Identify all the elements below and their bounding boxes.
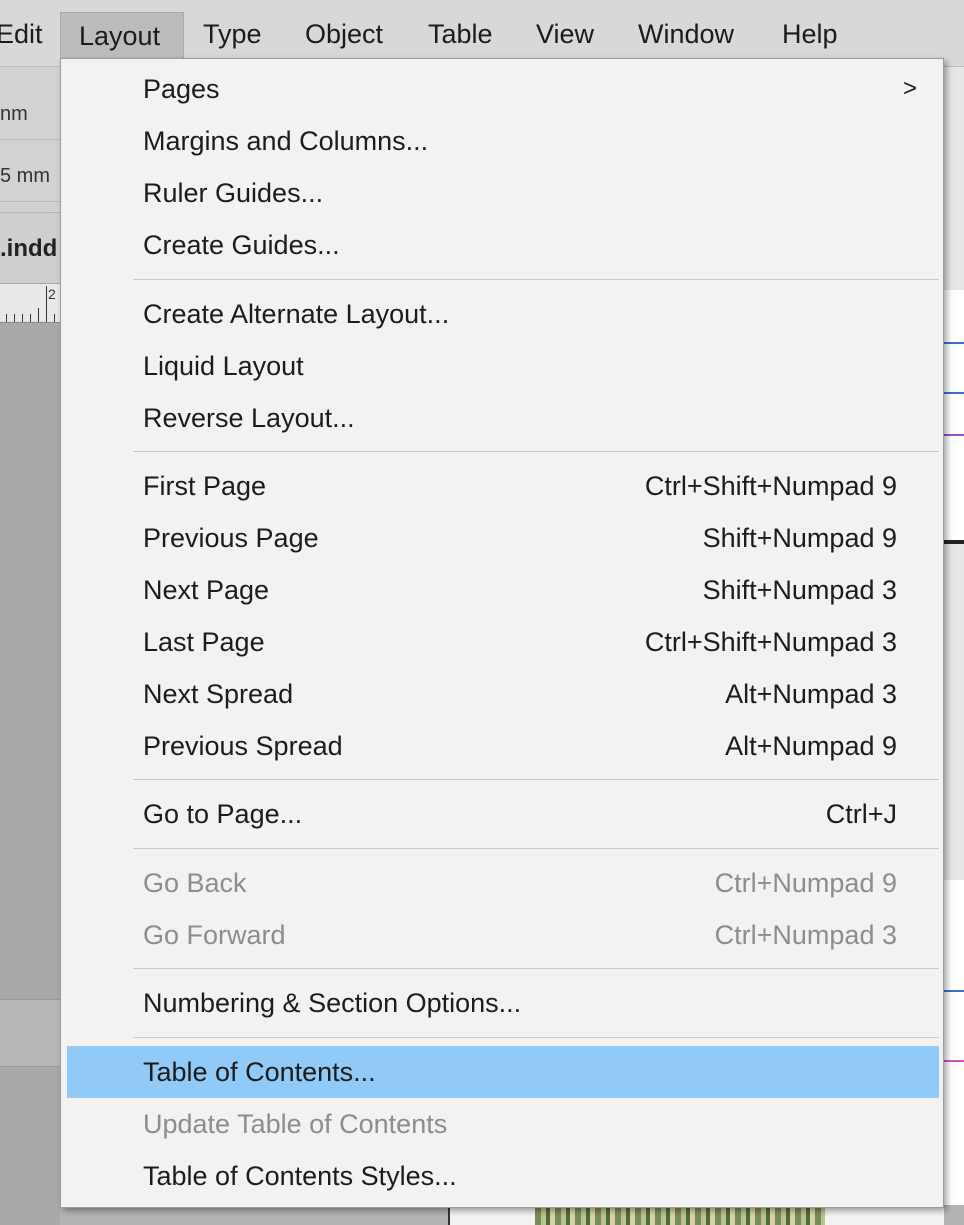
menu-item-label: Ruler Guides... [143,178,324,208]
text-link-mark [942,392,964,394]
menu-table[interactable]: Table [428,0,493,66]
menu-item-label: Go to Page... [143,799,303,829]
horizontal-ruler[interactable]: 2 [0,284,60,323]
menu-item-first-page[interactable]: First Page Ctrl+Shift+Numpad 9 [67,460,939,512]
menu-item-previous-spread[interactable]: Previous Spread Alt+Numpad 9 [67,720,939,772]
text-link-mark [942,342,964,344]
menu-item-margins-and-columns[interactable]: Margins and Columns... [67,115,939,167]
menu-item-label: Reverse Layout... [143,403,355,433]
menu-item-table-of-contents[interactable]: Table of Contents... [67,1046,939,1098]
page-content-bottom [942,880,964,1210]
menu-item-label: Numbering & Section Options... [143,988,522,1018]
menu-view[interactable]: View [536,0,594,66]
control-field-1[interactable]: nm [0,89,60,140]
menu-item-shortcut: Ctrl+Numpad 3 [714,920,897,950]
menu-item-label: Previous Page [143,523,319,553]
menu-item-label: Create Alternate Layout... [143,299,450,329]
menu-item-label: Go Back [143,868,247,898]
menu-item-go-forward[interactable]: Go Forward Ctrl+Numpad 3 [67,909,939,961]
page-content-top [942,290,964,540]
menu-item-next-page[interactable]: Next Page Shift+Numpad 3 [67,564,939,616]
menu-item-label: Pages [143,74,220,104]
menu-item-shortcut: Ctrl+Shift+Numpad 3 [644,627,897,657]
menu-item-label: Previous Spread [143,731,343,761]
menu-help[interactable]: Help [782,0,838,66]
menu-item-go-to-page[interactable]: Go to Page... Ctrl+J [67,788,939,840]
menu-item-label: Margins and Columns... [143,126,429,156]
menubar: Edit Layout Type Object Table View Windo… [0,0,964,67]
menu-item-shortcut: Ctrl+J [825,799,897,829]
chevron-right-icon: > [902,75,917,102]
menu-item-shortcut: Alt+Numpad 9 [725,731,897,761]
menu-item-liquid-layout[interactable]: Liquid Layout [67,340,939,392]
menu-item-label: Next Page [143,575,270,605]
menu-item-shortcut: Ctrl+Numpad 9 [714,868,897,898]
menu-item-label: Last Page [143,627,265,657]
menu-separator [133,779,939,780]
menu-object[interactable]: Object [305,0,383,66]
text-link-mark [942,990,964,992]
menu-item-shortcut: Ctrl+Shift+Numpad 9 [644,471,897,501]
layout-menu: Pages > Margins and Columns... Ruler Gui… [60,58,944,1208]
menu-separator [133,848,939,849]
document-tab-label: .indd [0,235,58,262]
menu-item-go-back[interactable]: Go Back Ctrl+Numpad 9 [67,857,939,909]
menu-item-label: Go Forward [143,920,286,950]
menu-separator [133,451,939,452]
menu-type[interactable]: Type [203,0,262,66]
menu-item-numbering-section-options[interactable]: Numbering & Section Options... [67,977,939,1029]
menu-item-table-of-contents-styles[interactable]: Table of Contents Styles... [67,1150,939,1202]
menu-item-label: Next Spread [143,679,294,709]
menu-window[interactable]: Window [638,0,734,66]
menu-item-create-alternate-layout[interactable]: Create Alternate Layout... [67,288,939,340]
menu-item-shortcut: Shift+Numpad 3 [702,575,897,605]
pasteboard [0,323,60,1225]
menu-item-create-guides[interactable]: Create Guides... [67,219,939,271]
pasteboard-band [0,999,60,1067]
menu-edit[interactable]: Edit [0,0,43,66]
menu-item-last-page[interactable]: Last Page Ctrl+Shift+Numpad 3 [67,616,939,668]
menu-item-next-spread[interactable]: Next Spread Alt+Numpad 3 [67,668,939,720]
menu-separator [133,279,939,280]
menu-item-label: Update Table of Contents [143,1109,448,1139]
menu-item-label: First Page [143,471,267,501]
menu-item-label: Liquid Layout [143,351,304,381]
menu-item-update-table-of-contents[interactable]: Update Table of Contents [67,1098,939,1150]
menu-item-pages[interactable]: Pages > [67,63,939,115]
text-link-mark [942,434,964,436]
control-field-2[interactable]: 5 mm [0,151,60,202]
menu-item-ruler-guides[interactable]: Ruler Guides... [67,167,939,219]
text-link-mark [942,1060,964,1062]
menu-separator [133,968,939,969]
page-image [535,1207,825,1225]
menu-item-label: Table of Contents... [143,1057,376,1087]
menu-item-previous-page[interactable]: Previous Page Shift+Numpad 9 [67,512,939,564]
menu-item-reverse-layout[interactable]: Reverse Layout... [67,392,939,444]
menu-item-label: Create Guides... [143,230,340,260]
menu-separator [133,1037,939,1038]
page-rule [942,540,964,544]
ruler-number: 2 [48,286,56,302]
menu-item-shortcut: Alt+Numpad 3 [725,679,897,709]
menu-item-label: Table of Contents Styles... [143,1161,457,1191]
menu-item-shortcut: Shift+Numpad 9 [702,523,897,553]
